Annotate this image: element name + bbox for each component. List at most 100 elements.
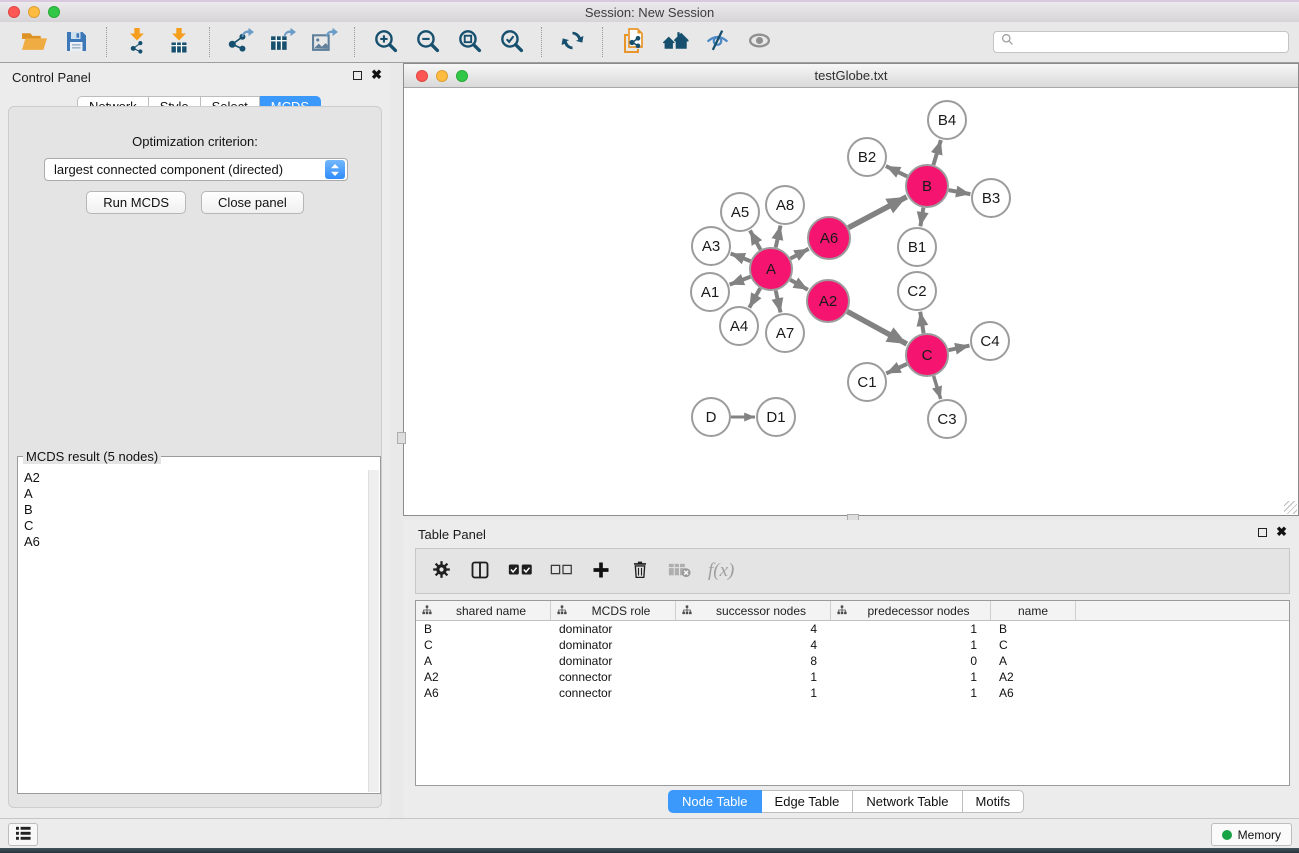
network-canvas[interactable]: B4B2BB3A8A5A6A3B1AA1C2A2A4A7C4CC1C3DD1	[404, 88, 1298, 515]
edge-A-A3[interactable]	[731, 254, 751, 262]
tab-node-table[interactable]: Node Table	[668, 790, 762, 813]
edge-B-B4[interactable]	[933, 140, 941, 165]
node-A8[interactable]: A8	[766, 186, 804, 224]
zoom-fit-button[interactable]	[448, 25, 490, 59]
deselect-all-button[interactable]	[550, 556, 573, 586]
add-column-button[interactable]	[590, 556, 612, 586]
table-cell[interactable]: 1	[831, 670, 991, 684]
table-row[interactable]: Bdominator41B	[416, 621, 1289, 637]
table-settings-button[interactable]	[430, 556, 452, 586]
import-table-button[interactable]	[158, 25, 200, 59]
table-cell[interactable]: C	[416, 638, 551, 652]
node-C4[interactable]: C4	[971, 322, 1009, 360]
edge-C-C2[interactable]	[920, 312, 923, 334]
task-history-button[interactable]	[8, 823, 38, 846]
float-table-panel-icon[interactable]	[1258, 528, 1267, 537]
edge-B-B1[interactable]	[920, 208, 923, 227]
zoom-in-button[interactable]	[364, 25, 406, 59]
select-all-button[interactable]	[508, 556, 533, 586]
memory-button[interactable]: Memory	[1211, 823, 1292, 846]
table-cell[interactable]: dominator	[551, 622, 676, 636]
export-table-button[interactable]	[261, 25, 303, 59]
column-header-shared-name[interactable]: shared name	[416, 601, 551, 620]
close-panel-icon[interactable]: ✖	[371, 70, 382, 80]
node-A4[interactable]: A4	[720, 307, 758, 345]
close-panel-button[interactable]: Close panel	[201, 191, 304, 214]
zoom-selected-button[interactable]	[490, 25, 532, 59]
column-header-successor-nodes[interactable]: successor nodes	[676, 601, 831, 620]
refresh-button[interactable]	[551, 25, 593, 59]
mcds-result-item[interactable]: A2	[24, 470, 367, 486]
table-cell[interactable]: dominator	[551, 654, 676, 668]
table-cell[interactable]: 1	[831, 686, 991, 700]
edge-B-B2[interactable]	[886, 166, 907, 176]
mcds-result-item[interactable]: B	[24, 502, 367, 518]
mcds-result-item[interactable]: A	[24, 486, 367, 502]
edge-A6-B[interactable]	[848, 197, 906, 228]
node-C[interactable]: C	[906, 334, 948, 376]
mcds-result-item[interactable]: C	[24, 518, 367, 534]
table-cell[interactable]: 8	[676, 654, 831, 668]
home-button[interactable]	[654, 25, 696, 59]
column-header-name[interactable]: name	[991, 601, 1076, 620]
table-cell[interactable]: A	[991, 654, 1076, 668]
table-cell[interactable]: A6	[991, 686, 1076, 700]
edge-A2-C[interactable]	[847, 312, 907, 345]
edge-B-B3[interactable]	[949, 190, 971, 194]
node-D1[interactable]: D1	[757, 398, 795, 436]
mcds-result-scrollbar[interactable]	[368, 470, 379, 792]
edge-A-A2[interactable]	[790, 280, 808, 290]
table-cell[interactable]: A2	[416, 670, 551, 684]
node-C1[interactable]: C1	[848, 363, 886, 401]
zoom-out-button[interactable]	[406, 25, 448, 59]
table-cell[interactable]: C	[991, 638, 1076, 652]
node-B[interactable]: B	[906, 165, 948, 207]
run-mcds-button[interactable]: Run MCDS	[86, 191, 186, 214]
column-header-predecessor-nodes[interactable]: predecessor nodes	[831, 601, 991, 620]
table-row[interactable]: A2connector11A2	[416, 669, 1289, 685]
table-cell[interactable]: 1	[831, 638, 991, 652]
node-A1[interactable]: A1	[691, 273, 729, 311]
table-cell[interactable]: connector	[551, 686, 676, 700]
node-C2[interactable]: C2	[898, 272, 936, 310]
hide-panel-button[interactable]	[696, 25, 738, 59]
node-A7[interactable]: A7	[766, 314, 804, 352]
node-D[interactable]: D	[692, 398, 730, 436]
tab-motifs[interactable]: Motifs	[963, 790, 1025, 813]
edge-A-A1[interactable]	[730, 277, 751, 285]
float-panel-icon[interactable]	[353, 71, 362, 80]
save-button[interactable]	[55, 25, 97, 59]
export-network-button[interactable]	[219, 25, 261, 59]
edge-C-C1[interactable]	[886, 364, 907, 373]
show-panel-button[interactable]	[738, 25, 780, 59]
vertical-splitter-handle[interactable]	[397, 432, 406, 444]
show-columns-button[interactable]	[469, 556, 491, 586]
column-header-MCDS-role[interactable]: MCDS role	[551, 601, 676, 620]
edge-C-C3[interactable]	[934, 376, 941, 399]
table-row[interactable]: A6connector11A6	[416, 685, 1289, 701]
node-B1[interactable]: B1	[898, 228, 936, 266]
table-row[interactable]: Cdominator41C	[416, 637, 1289, 653]
node-A2[interactable]: A2	[807, 280, 849, 322]
tab-edge-table[interactable]: Edge Table	[762, 790, 854, 813]
table-cell[interactable]: 0	[831, 654, 991, 668]
node-A[interactable]: A	[750, 248, 792, 290]
table-cell[interactable]: 1	[676, 670, 831, 684]
table-cell[interactable]: A6	[416, 686, 551, 700]
close-table-panel-icon[interactable]: ✖	[1276, 527, 1287, 537]
node-C3[interactable]: C3	[928, 400, 966, 438]
table-cell[interactable]: connector	[551, 670, 676, 684]
table-cell[interactable]: 1	[676, 686, 831, 700]
table-cell[interactable]: 4	[676, 638, 831, 652]
duplicate-network-button[interactable]	[612, 25, 654, 59]
node-B3[interactable]: B3	[972, 179, 1010, 217]
table-cell[interactable]: A2	[991, 670, 1076, 684]
table-cell[interactable]: B	[416, 622, 551, 636]
node-A3[interactable]: A3	[692, 227, 730, 265]
mcds-result-item[interactable]: A6	[24, 534, 367, 550]
search-input[interactable]	[1018, 33, 1288, 51]
delete-column-button[interactable]	[629, 556, 651, 586]
table-cell[interactable]: dominator	[551, 638, 676, 652]
open-folder-button[interactable]	[13, 25, 55, 59]
search-box[interactable]	[993, 31, 1289, 53]
